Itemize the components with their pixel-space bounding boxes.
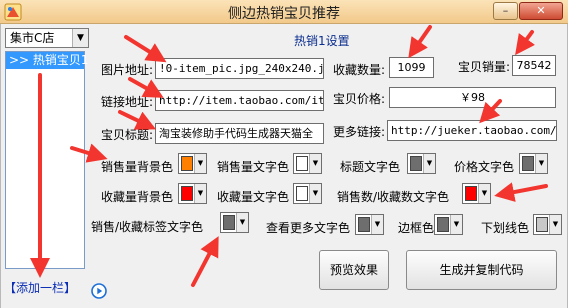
chevron-down-icon[interactable]: ▼ [236, 213, 248, 232]
sales-text-color-picker[interactable]: ▼ [293, 153, 322, 174]
underline-color-label: 下划线色 [481, 221, 530, 235]
title-text-color-label: 标题文字色 [340, 160, 401, 174]
item-list[interactable]: >> 热销宝贝1 [5, 51, 89, 269]
tag-text-color-picker[interactable]: ▼ [220, 212, 249, 233]
color-swatch [536, 217, 548, 232]
chevron-down-icon[interactable]: ▼ [478, 184, 490, 203]
price-label: 宝贝价格: [333, 92, 386, 106]
chevron-down-icon[interactable]: ▼ [535, 154, 547, 173]
store-type-select[interactable]: 集市C店 ▼ [5, 28, 89, 48]
link-url-label: 链接地址: [101, 95, 154, 109]
border-color-picker[interactable]: ▼ [434, 214, 463, 235]
chevron-down-icon[interactable]: ▼ [450, 215, 462, 234]
store-type-value: 集市C店 [10, 31, 55, 45]
sales-bg-color-label: 销售量背景色 [101, 160, 174, 174]
section-title: 热销1设置 [294, 34, 350, 48]
color-swatch [465, 186, 477, 201]
price-text-color-label: 价格文字色 [454, 160, 515, 174]
favorites-input[interactable]: 1099 [389, 57, 434, 78]
fav-text-color-label: 收藏量文字色 [217, 190, 290, 204]
price-input[interactable]: ￥98 [389, 87, 556, 108]
sales-text-color-label: 销售量文字色 [217, 160, 290, 174]
preview-button[interactable]: 预览效果 [319, 250, 389, 290]
title-text-color-picker[interactable]: ▼ [407, 153, 436, 174]
color-swatch [296, 186, 308, 201]
chevron-down-icon[interactable]: ▼ [371, 215, 383, 234]
title-bar: 侧边热销宝贝推荐 – ✕ [0, 0, 568, 24]
counts-text-color-picker[interactable]: ▼ [462, 183, 491, 204]
color-swatch [358, 217, 370, 232]
item-title-label: 宝贝标题: [101, 128, 154, 142]
item-title-input[interactable]: 淘宝装修助手代码生成器天猫全 [155, 123, 324, 144]
window-title: 侧边热销宝贝推荐 [228, 6, 340, 22]
chevron-down-icon[interactable]: ▼ [549, 215, 561, 234]
favorites-label: 收藏数量: [333, 63, 386, 77]
color-swatch [437, 217, 449, 232]
chevron-down-icon[interactable]: ▼ [194, 184, 206, 203]
image-url-input[interactable]: !0-item_pic.jpg_240x240.jpg [155, 58, 324, 79]
list-item[interactable]: >> 热销宝贝1 [6, 52, 89, 69]
minimize-button[interactable]: – [493, 2, 518, 20]
sales-bg-color-picker[interactable]: ▼ [178, 153, 207, 174]
generate-copy-code-button[interactable]: 生成并复制代码 [406, 250, 557, 290]
underline-color-picker[interactable]: ▼ [533, 214, 562, 235]
counts-text-color-label: 销售数/收藏数文字色 [337, 190, 450, 204]
chevron-down-icon[interactable]: ▼ [423, 154, 435, 173]
fav-bg-color-label: 收藏量背景色 [101, 190, 174, 204]
chevron-down-icon[interactable]: ▼ [309, 154, 321, 173]
chevron-down-icon[interactable]: ▼ [72, 29, 88, 47]
sales-input[interactable]: 78542 [512, 55, 556, 76]
more-text-color-label: 查看更多文字色 [266, 221, 351, 235]
tag-text-color-label: 销售/收藏标签文字色 [91, 220, 204, 234]
chevron-down-icon[interactable]: ▼ [309, 184, 321, 203]
color-swatch [181, 186, 193, 201]
close-button[interactable]: ✕ [519, 2, 563, 20]
fav-text-color-picker[interactable]: ▼ [293, 183, 322, 204]
border-color-label: 边框色 [398, 221, 435, 235]
play-circle-icon[interactable] [91, 283, 107, 299]
more-text-color-picker[interactable]: ▼ [355, 214, 384, 235]
link-url-input[interactable]: http://item.taobao.com/item. [155, 90, 324, 111]
more-link-label: 更多链接: [333, 125, 386, 139]
fav-bg-color-picker[interactable]: ▼ [178, 183, 207, 204]
sales-label: 宝贝销量: [458, 60, 511, 74]
price-text-color-picker[interactable]: ▼ [519, 153, 548, 174]
color-swatch [410, 156, 422, 171]
add-row-link[interactable]: 【添加一栏】 [4, 279, 76, 296]
color-swatch [223, 215, 235, 230]
color-swatch [522, 156, 534, 171]
color-swatch [181, 156, 193, 171]
color-swatch [296, 156, 308, 171]
image-url-label: 图片地址: [101, 63, 154, 77]
chevron-down-icon[interactable]: ▼ [194, 154, 206, 173]
more-link-input[interactable]: http://jueker.taobao.com/sea [387, 120, 557, 141]
